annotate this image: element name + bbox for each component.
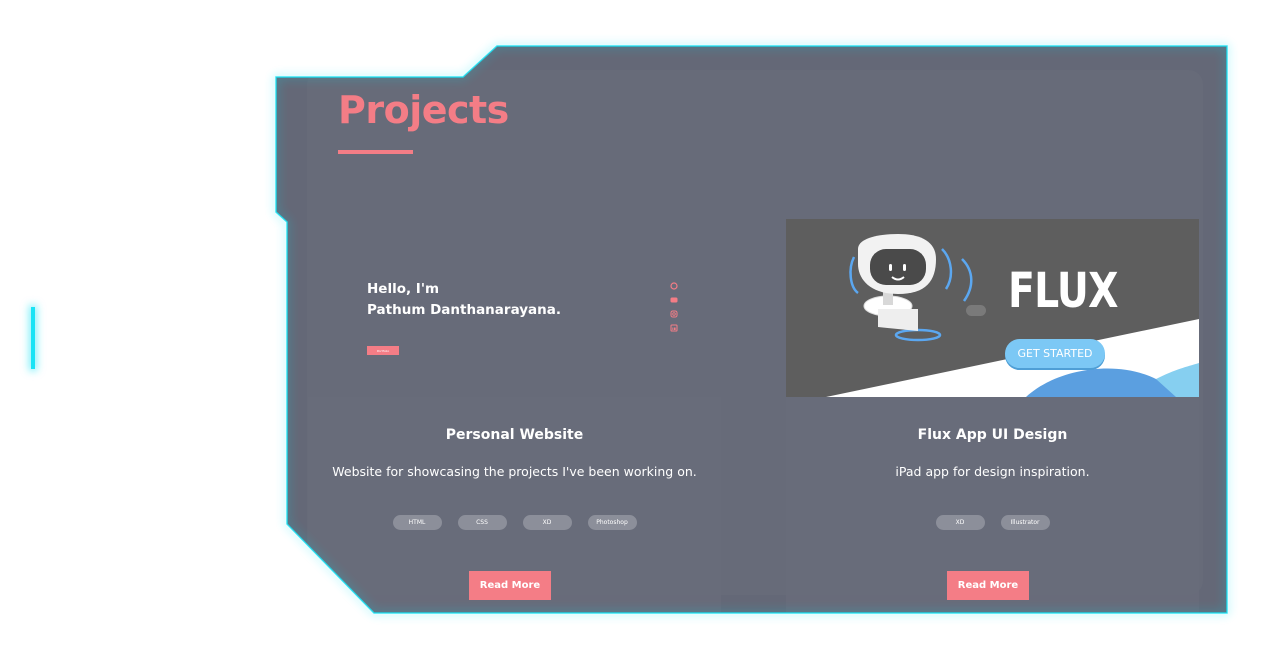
read-more-button[interactable]: Read More bbox=[469, 571, 551, 600]
project-tags: HTML CSS XD Photoshop bbox=[308, 515, 721, 530]
linkedin-icon bbox=[670, 317, 678, 332]
tag-xd: XD bbox=[522, 515, 572, 530]
project-card-body: Flux App UI Design iPad app for design i… bbox=[786, 397, 1199, 613]
thumbnail-button: Portfolio bbox=[367, 346, 399, 355]
thumbnail-name: Pathum Danthanarayana. bbox=[367, 302, 562, 318]
section-title: Projects bbox=[338, 88, 509, 132]
project-card-body: Personal Website Website for showcasing … bbox=[308, 397, 721, 613]
tag-css: CSS bbox=[457, 515, 507, 530]
project-title: Personal Website bbox=[445, 427, 584, 443]
title-underline bbox=[338, 150, 413, 154]
tag-xd: XD bbox=[935, 515, 985, 530]
project-title: Flux App UI Design bbox=[917, 427, 1068, 443]
flux-logo-text: FLUX bbox=[1008, 263, 1118, 319]
instagram-icon bbox=[670, 303, 678, 318]
youtube-icon bbox=[670, 289, 678, 303]
github-icon bbox=[670, 275, 678, 290]
project-description: Website for showcasing the projects I've… bbox=[332, 464, 697, 479]
tag-illustrator: Illustrator bbox=[1000, 515, 1050, 530]
project-tags: XD Illustrator bbox=[786, 515, 1199, 530]
thumbnail-greeting: Hello, I'm bbox=[367, 281, 440, 297]
project-description: iPad app for design inspiration. bbox=[895, 464, 1090, 479]
project-card-personal-website: Hello, I'm Pathum Danthanarayana. Portfo… bbox=[308, 219, 721, 613]
thumbnail-social-icons bbox=[670, 275, 678, 332]
project-thumbnail[interactable]: FLUX GET STARTED bbox=[786, 219, 1199, 397]
tag-html: HTML bbox=[392, 515, 442, 530]
flux-thumbnail-art bbox=[826, 234, 1199, 397]
flux-get-started-button: GET STARTED bbox=[1005, 339, 1105, 368]
project-thumbnail[interactable]: Hello, I'm Pathum Danthanarayana. Portfo… bbox=[308, 219, 721, 397]
tag-photoshop: Photoshop bbox=[587, 515, 637, 530]
read-more-button[interactable]: Read More bbox=[947, 571, 1029, 600]
project-card-flux: FLUX GET STARTED Flux App UI Design iPad… bbox=[786, 219, 1199, 613]
robot-mascot-icon bbox=[849, 234, 986, 342]
